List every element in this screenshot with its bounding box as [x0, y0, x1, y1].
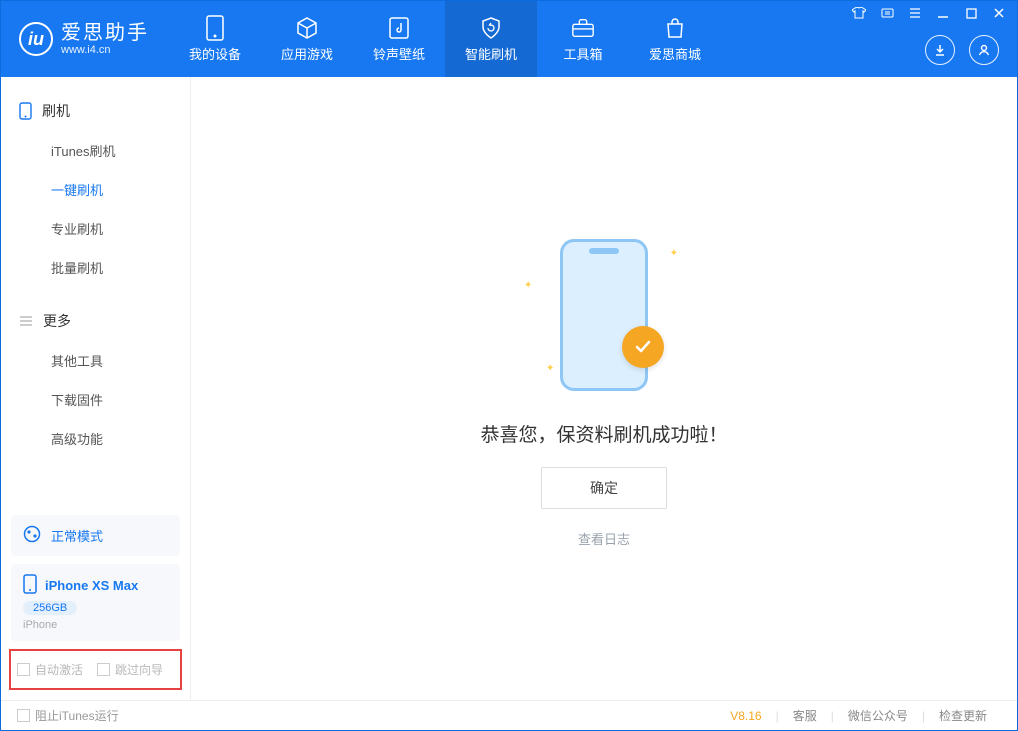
close-button[interactable]: [985, 2, 1013, 24]
brand: iu 爱思助手 www.i4.cn: [1, 1, 169, 77]
main-content: ✦ ✦ ✦ 恭喜您，保资料刷机成功啦！ 确定 查看日志: [191, 77, 1017, 700]
footer-link-support[interactable]: 客服: [779, 707, 831, 724]
header-actions: [925, 25, 1017, 65]
body: 刷机 iTunes刷机 一键刷机 专业刷机 批量刷机 更多 其他工具 下载固件 …: [1, 77, 1017, 700]
music-file-icon: [387, 16, 411, 40]
device-card[interactable]: iPhone XS Max 256GB iPhone: [11, 564, 180, 641]
minimize-button[interactable]: [929, 2, 957, 24]
sidebar-title-flash: 刷机: [1, 91, 190, 131]
checkbox-skip-guide[interactable]: 跳过向导: [97, 661, 163, 678]
sidebar-section-flash: 刷机 iTunes刷机 一键刷机 专业刷机 批量刷机: [1, 77, 190, 287]
checkbox-icon: [17, 709, 30, 722]
tab-label: 我的设备: [189, 44, 241, 63]
sidebar-bottom: 正常模式 iPhone XS Max 256GB iPhone 自动激活: [1, 507, 190, 700]
app-title: 爱思助手: [61, 22, 149, 44]
tab-my-device[interactable]: 我的设备: [169, 1, 261, 77]
options-highlight-box: 自动激活 跳过向导: [9, 649, 182, 690]
success-illustration: ✦ ✦ ✦: [504, 230, 704, 400]
checkbox-auto-activate[interactable]: 自动激活: [17, 661, 83, 678]
feedback-icon[interactable]: [873, 2, 901, 24]
statusbar: 阻止iTunes运行 V8.16 | 客服 | 微信公众号 | 检查更新: [1, 700, 1017, 730]
footer-link-wechat[interactable]: 微信公众号: [834, 707, 922, 724]
sidebar-item-advanced[interactable]: 高级功能: [1, 419, 190, 458]
tab-ringtones-wallpapers[interactable]: 铃声壁纸: [353, 1, 445, 77]
download-button[interactable]: [925, 35, 955, 65]
titlebar: iu 爱思助手 www.i4.cn 我的设备 应用游戏 铃声壁纸: [1, 1, 1017, 77]
main-tabs: 我的设备 应用游戏 铃声壁纸 智能刷机 工具箱: [169, 1, 721, 77]
tab-apps-games[interactable]: 应用游戏: [261, 1, 353, 77]
mode-label: 正常模式: [51, 526, 103, 545]
tshirt-icon[interactable]: [845, 2, 873, 24]
bag-icon: [663, 16, 687, 40]
mode-icon: [23, 525, 41, 546]
sidebar-item-batch-flash[interactable]: 批量刷机: [1, 248, 190, 287]
device-type: iPhone: [23, 619, 57, 631]
section-title-label: 刷机: [42, 101, 70, 121]
user-account-button[interactable]: [969, 35, 999, 65]
app-logo-icon: iu: [19, 22, 53, 56]
list-icon: [19, 315, 33, 327]
ok-button[interactable]: 确定: [541, 467, 667, 509]
sidebar-item-other-tools[interactable]: 其他工具: [1, 341, 190, 380]
app-subtitle: www.i4.cn: [61, 44, 149, 56]
header-right: [845, 1, 1017, 65]
sidebar-section-more: 更多 其他工具 下载固件 高级功能: [1, 287, 190, 458]
device-capacity: 256GB: [23, 601, 77, 615]
sparkle-icon: ✦: [670, 248, 678, 259]
mode-card[interactable]: 正常模式: [11, 515, 180, 556]
checkbox-block-itunes[interactable]: 阻止iTunes运行: [17, 707, 119, 724]
cube-icon: [295, 16, 319, 40]
window-controls: [845, 1, 1017, 25]
success-message: 恭喜您，保资料刷机成功啦！: [480, 420, 727, 447]
section-title-label: 更多: [43, 311, 71, 331]
sidebar-item-itunes-flash[interactable]: iTunes刷机: [1, 131, 190, 170]
checkbox-label: 阻止iTunes运行: [35, 707, 119, 724]
tab-smart-flash[interactable]: 智能刷机: [445, 1, 537, 77]
sparkle-icon: ✦: [546, 363, 554, 374]
sidebar: 刷机 iTunes刷机 一键刷机 专业刷机 批量刷机 更多 其他工具 下载固件 …: [1, 77, 191, 700]
footer-link-check-update[interactable]: 检查更新: [925, 707, 1001, 724]
footer-right: V8.16 | 客服 | 微信公众号 | 检查更新: [730, 707, 1001, 724]
tab-store[interactable]: 爱思商城: [629, 1, 721, 77]
tab-label: 应用游戏: [281, 44, 333, 63]
toolbox-icon: [571, 16, 595, 40]
sidebar-item-download-firmware[interactable]: 下载固件: [1, 380, 190, 419]
device-icon: [203, 16, 227, 40]
tab-label: 工具箱: [563, 44, 602, 63]
tab-label: 爱思商城: [649, 44, 701, 63]
check-badge-icon: [622, 326, 664, 368]
device-name: iPhone XS Max: [45, 578, 138, 593]
brand-text: 爱思助手 www.i4.cn: [61, 22, 149, 56]
phone-illustration: [560, 239, 648, 391]
sparkle-icon: ✦: [524, 280, 532, 291]
menu-icon[interactable]: [901, 2, 929, 24]
maximize-button[interactable]: [957, 2, 985, 24]
checkbox-icon: [97, 663, 110, 676]
checkbox-label: 跳过向导: [115, 661, 163, 678]
tab-label: 智能刷机: [465, 44, 517, 63]
shield-refresh-icon: [479, 16, 503, 40]
tab-label: 铃声壁纸: [373, 44, 425, 63]
sidebar-item-one-click-flash[interactable]: 一键刷机: [1, 170, 190, 209]
sidebar-title-more: 更多: [1, 301, 190, 341]
tab-toolbox[interactable]: 工具箱: [537, 1, 629, 77]
checkbox-label: 自动激活: [35, 661, 83, 678]
device-icon: [23, 574, 37, 597]
sidebar-item-pro-flash[interactable]: 专业刷机: [1, 209, 190, 248]
checkbox-icon: [17, 663, 30, 676]
view-log-link[interactable]: 查看日志: [578, 529, 630, 548]
phone-icon: [19, 102, 32, 120]
version-label: V8.16: [730, 709, 775, 723]
